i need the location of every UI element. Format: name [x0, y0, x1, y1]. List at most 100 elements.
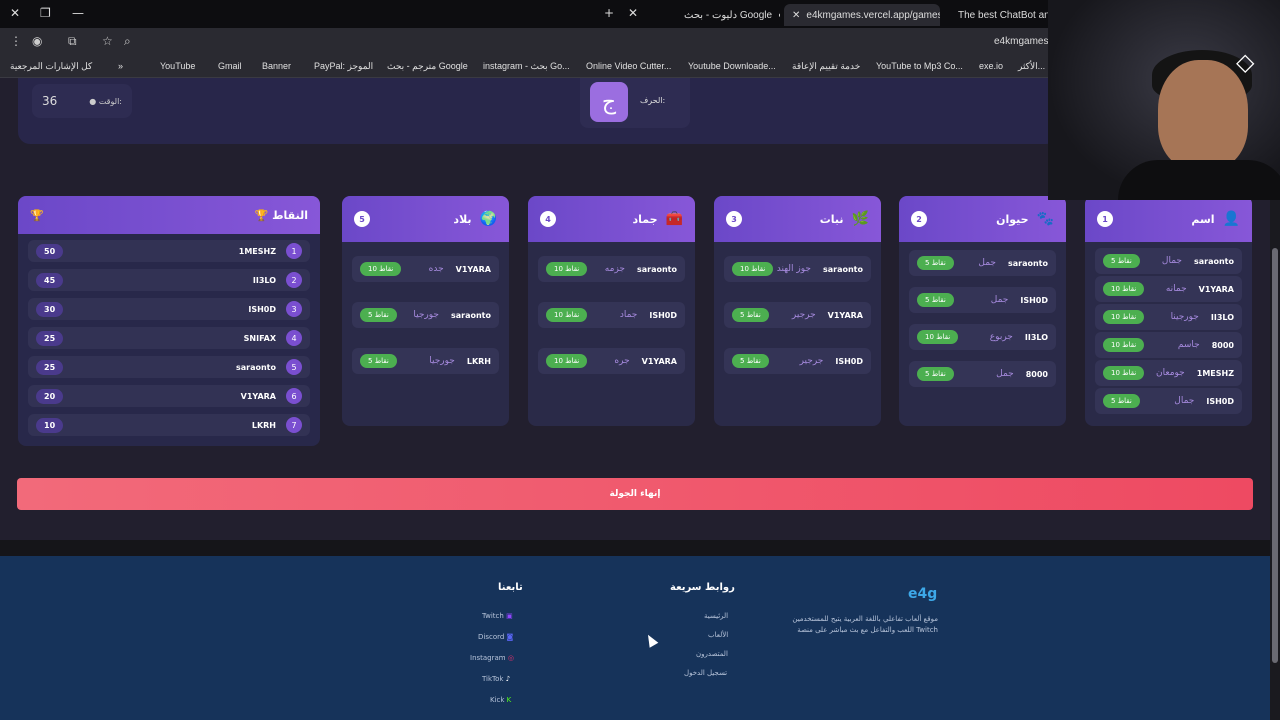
social-tiktok[interactable]: TikTok ♪: [482, 675, 510, 683]
player-name: ISH0D: [1020, 295, 1048, 305]
tab-google-search[interactable]: دليوت - بحث Google ●: [684, 4, 780, 26]
scroll-thumb[interactable]: [1272, 248, 1278, 663]
twitch-icon: ▣: [506, 612, 513, 620]
answer-text: جماد: [619, 310, 638, 320]
person-icon: 👤: [1222, 211, 1240, 227]
close-tab-icon[interactable]: ✕: [792, 10, 800, 21]
answer-row: 10 نقاط جاسم 8000: [1095, 332, 1242, 358]
bookmark-exe[interactable]: exe.io: [979, 61, 1003, 71]
restore-window-icon[interactable]: ❐: [40, 6, 51, 20]
rank-badge: 7: [286, 417, 302, 433]
trophy-icon: 🏆: [30, 208, 44, 222]
player-name: II3LO: [1210, 312, 1234, 322]
minimize-window-icon[interactable]: —: [72, 6, 84, 20]
social-discord[interactable]: Discord ◙: [478, 633, 513, 641]
bookmark-translate[interactable]: مترجم - بحث Google: [387, 61, 468, 72]
points-badge: 10 نقاط: [1103, 366, 1145, 380]
extensions-icon[interactable]: ⧉: [68, 34, 77, 49]
url-field[interactable]: e4kmgames.v: [994, 36, 1056, 47]
bookmark-all[interactable]: كل الإشارات المرجعية: [10, 61, 92, 72]
category-card-paw: 2 حيوان 🐾 5 نقاط جمل saraonto 5 نقاط جمل …: [899, 196, 1066, 426]
scoreboard-row: 10 LKRH 7: [28, 414, 310, 436]
player-name: II3LO: [1024, 332, 1048, 342]
player-name: saraonto: [1193, 256, 1234, 266]
tab-e4kmgames[interactable]: ✕e4kmgames.vercel.app/games/●: [784, 4, 940, 26]
points-badge: 10 نقاط: [546, 354, 588, 368]
letter-label: الحرف:: [640, 96, 666, 105]
channel-logo-icon: ◇: [1236, 48, 1255, 76]
answer-text: جرجير: [791, 310, 816, 320]
footer-link-login[interactable]: تسجيل الدخول: [684, 669, 727, 677]
answer-row: 5 نقاط جرجير V1YARA: [724, 302, 871, 328]
search-icon[interactable]: ⌕: [124, 34, 131, 49]
footer-description: موقع ألعاب تفاعلي باللغة العربية يتيح لل…: [792, 615, 938, 634]
separator: [0, 540, 1270, 556]
category-title: بلاد: [453, 212, 472, 226]
bookmark-video-cutter[interactable]: Online Video Cutter...: [586, 61, 671, 71]
category-header: 3 نبات 🌿: [714, 196, 881, 242]
bookmark-star-icon[interactable]: ☆: [102, 34, 113, 48]
discord-icon: ◙: [506, 633, 514, 641]
paw-icon: 🐾: [1036, 211, 1054, 227]
leaf-icon: 🌿: [851, 211, 869, 227]
bookmark-youtube[interactable]: YouTube: [160, 61, 195, 71]
menu-icon[interactable]: ⋮: [10, 34, 22, 48]
answer-row: 10 نقاط جورجينا II3LO: [1095, 304, 1242, 330]
round-status-card: 36 ● الوقت: ج الحرف:: [18, 78, 1058, 144]
answer-row: 10 نقاط جده V1YARA: [352, 256, 499, 282]
bookmark-instagram[interactable]: instagram - بحث Go...: [483, 61, 570, 72]
points-badge: 5 نقاط: [360, 354, 397, 368]
points-badge: 10 نقاط: [360, 262, 402, 276]
bookmark-gmail[interactable]: Gmail: [218, 61, 242, 71]
points-badge: 5 نقاط: [1103, 394, 1140, 408]
answer-text: جرجير: [799, 356, 824, 366]
webcam-person-face: [1158, 60, 1248, 170]
webcam-person-shirt: [1118, 160, 1280, 200]
player-name: LKRH: [466, 356, 491, 366]
bookmark-banner[interactable]: Banner: [262, 61, 291, 71]
player-name: saraonto: [636, 264, 677, 274]
bookmark-youtube-downloader[interactable]: Youtube Downloade...: [688, 61, 776, 71]
player-name: 8000: [1211, 340, 1234, 350]
score-value: 30: [36, 301, 64, 317]
rank-badge: 3: [286, 301, 302, 317]
close-tab-icon[interactable]: ✕: [628, 6, 638, 20]
player-name: ISH0D: [649, 310, 677, 320]
social-kick[interactable]: Kick K: [490, 696, 511, 704]
new-tab-icon[interactable]: +: [604, 6, 614, 20]
answer-row: 10 نقاط جماد ISH0D: [538, 302, 685, 328]
points-badge: 5 نقاط: [732, 354, 769, 368]
bookmark-mp3[interactable]: YouTube to Mp3 Co...: [876, 61, 963, 71]
category-title: جماد: [632, 212, 658, 226]
social-twitch[interactable]: Twitch ▣: [482, 612, 513, 620]
profile-icon[interactable]: ◉: [32, 34, 42, 48]
rank-badge: 6: [286, 388, 302, 404]
points-badge: 5 نقاط: [1103, 254, 1140, 268]
bookmark-disability[interactable]: خدمة تقييم الإعاقة: [792, 61, 860, 72]
footer-link-home[interactable]: الرئيسية: [704, 612, 728, 620]
footer-link-leaders[interactable]: المتصدرون: [696, 650, 728, 658]
points-badge: 5 نقاط: [732, 308, 769, 322]
score-value: 10: [36, 417, 64, 433]
category-header: 1 اسم 👤: [1085, 196, 1252, 242]
answer-row: 10 نقاط جومعان 1MESHZ: [1095, 360, 1242, 386]
tab-chatbot[interactable]: The best ChatBot and Wi: [958, 4, 1048, 26]
answer-row: 10 نقاط جره V1YARA: [538, 348, 685, 374]
player-name: ISH0D: [835, 356, 863, 366]
bookmark-more[interactable]: الأكثر...: [1018, 61, 1045, 72]
answer-text: جورجيا: [429, 356, 455, 366]
points-badge: 5 نقاط: [360, 308, 397, 322]
timer-label: ● الوقت:: [89, 96, 122, 106]
answer-row: 5 نقاط جمال saraonto: [1095, 248, 1242, 274]
social-instagram[interactable]: Instagram ◎: [470, 654, 514, 662]
answer-row: 10 نقاط جزمه saraonto: [538, 256, 685, 282]
close-window-icon[interactable]: ✕: [10, 6, 20, 20]
bookmark-paypal[interactable]: PayPal: الموجز: [314, 61, 373, 72]
kick-icon: K: [506, 696, 512, 704]
score-value: 50: [36, 243, 64, 259]
points-badge: 10 نقاط: [1103, 310, 1145, 324]
bookmarks-overflow-icon[interactable]: »: [118, 61, 123, 71]
category-number: 5: [354, 211, 370, 227]
end-round-button[interactable]: إنهاء الجولة: [17, 478, 1253, 510]
footer-link-games[interactable]: الألعاب: [708, 631, 728, 639]
